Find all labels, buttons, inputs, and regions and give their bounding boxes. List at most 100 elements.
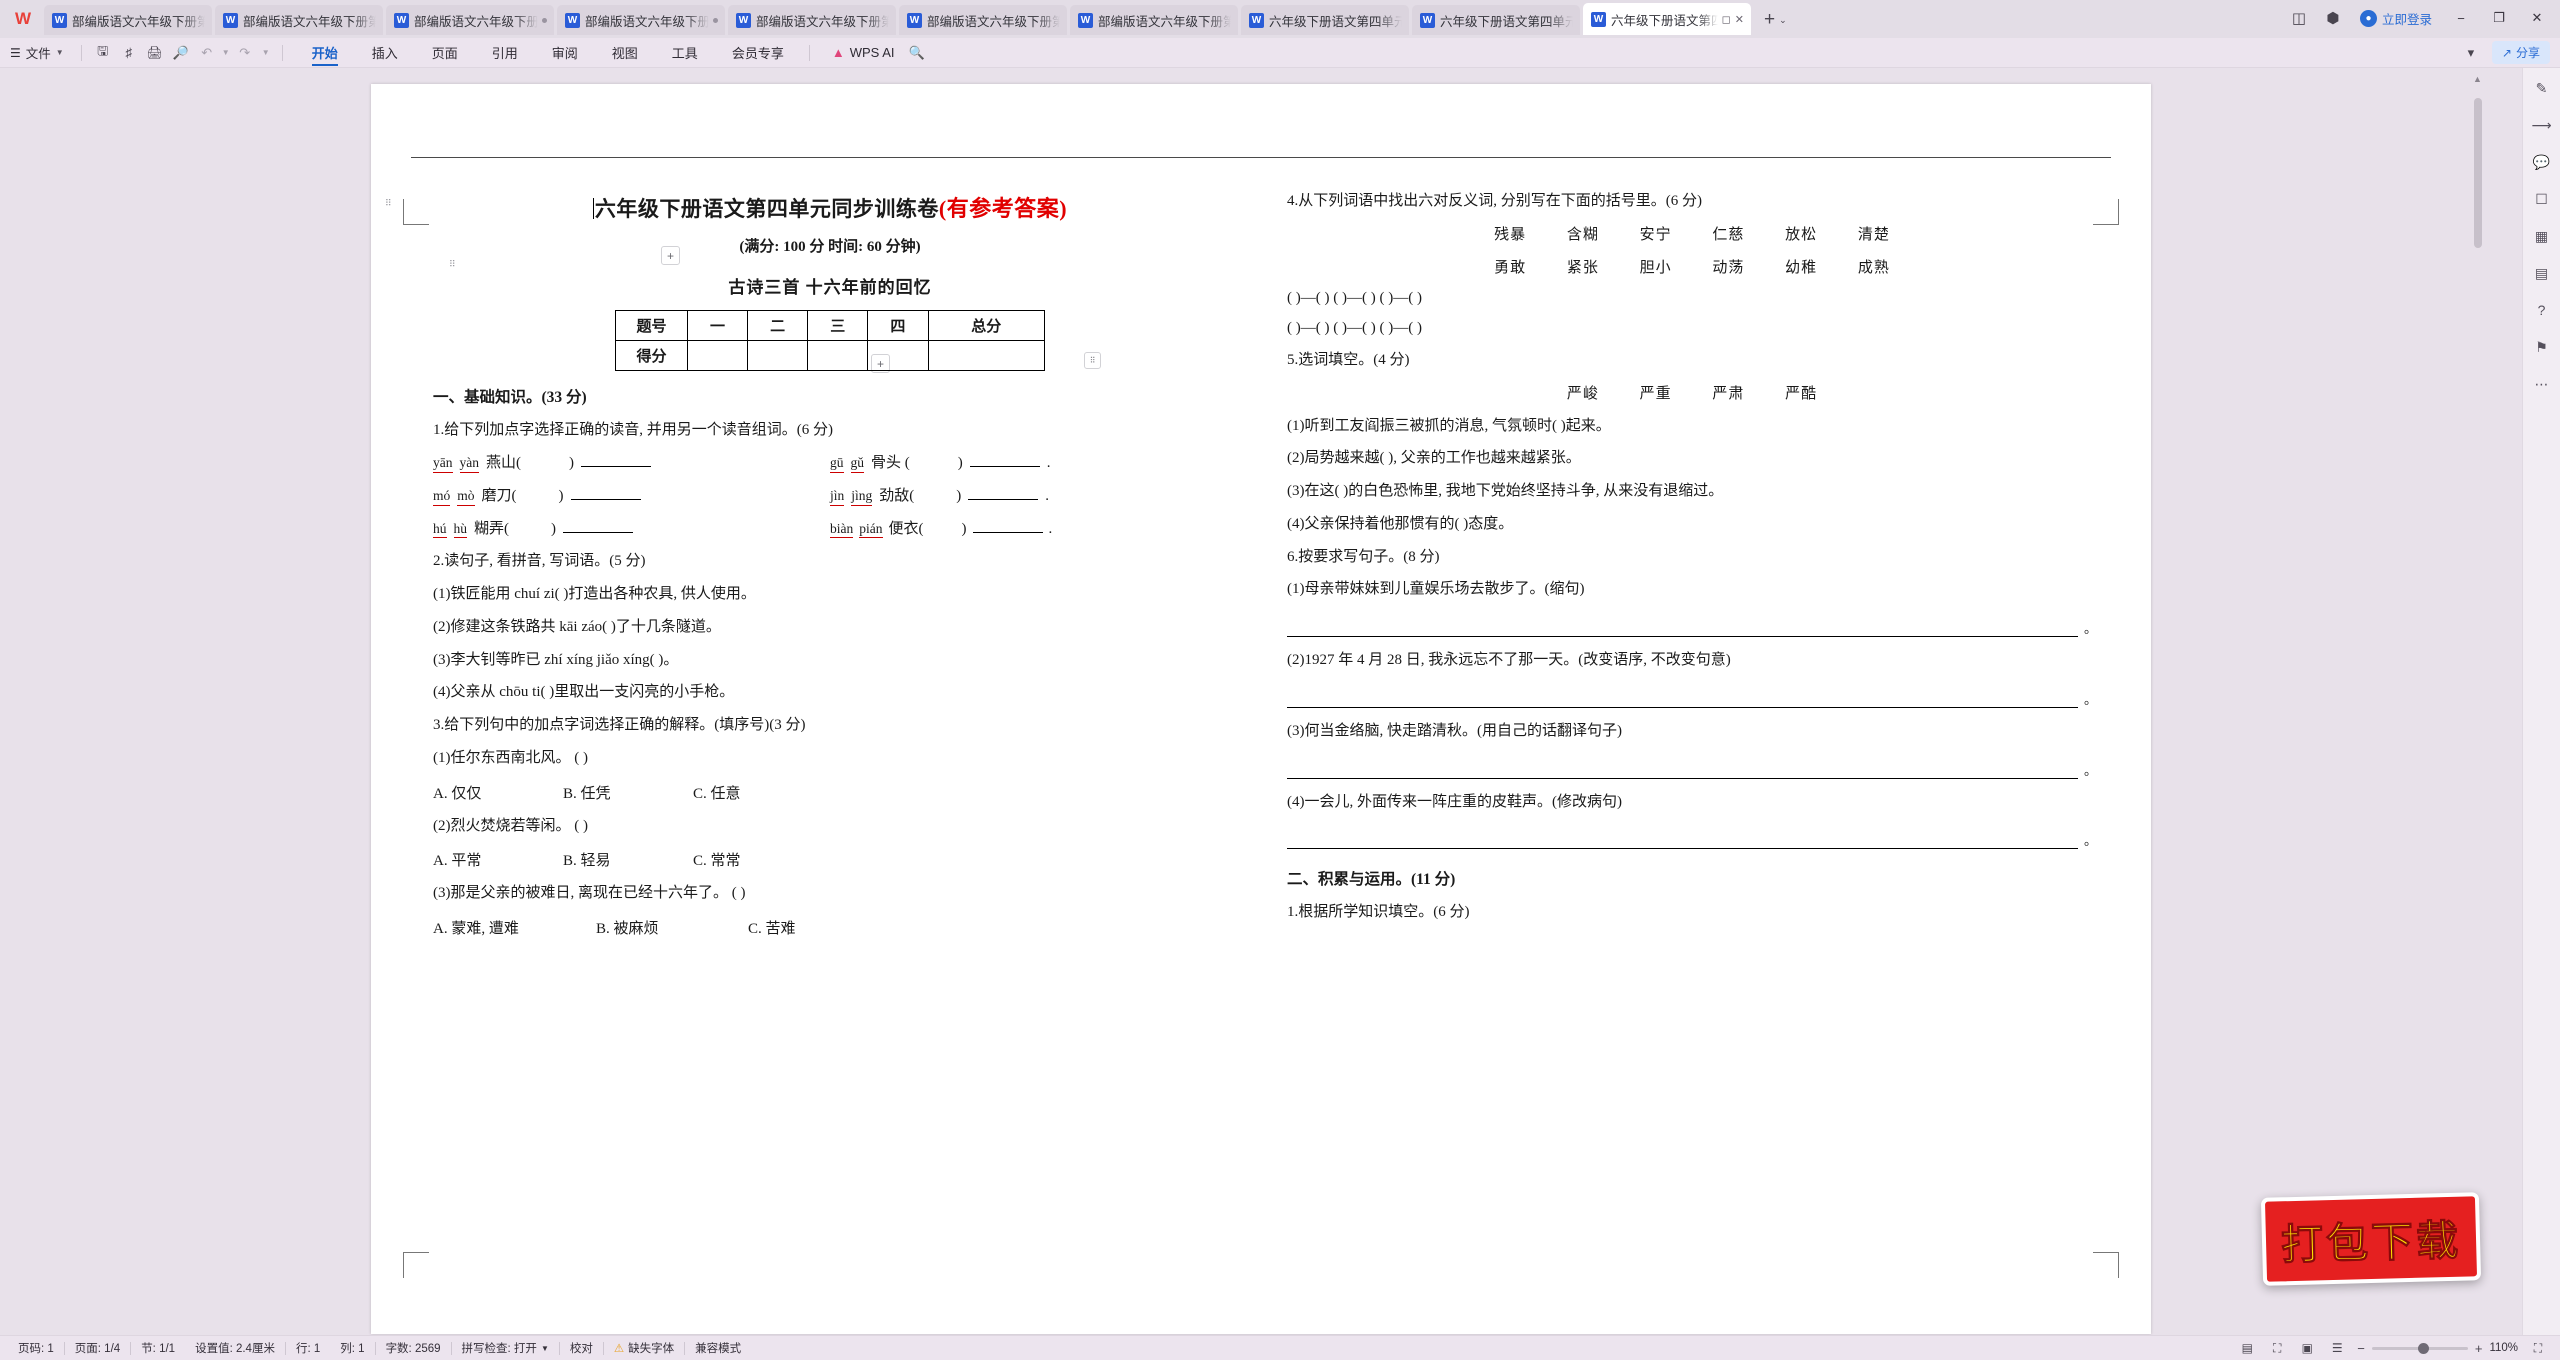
- share-button[interactable]: ↗ 分享: [2491, 41, 2550, 64]
- document-tab-9[interactable]: W 六年级下册语文第四单元同步训: [1412, 5, 1580, 35]
- status-section[interactable]: 节: 1/1: [131, 1340, 185, 1356]
- zoom-knob[interactable]: [2417, 1342, 2429, 1354]
- zoom-level-label[interactable]: 110%: [2489, 1342, 2518, 1354]
- table-cell[interactable]: 二: [747, 310, 809, 341]
- save-as-icon[interactable]: ♯: [116, 41, 142, 65]
- view-fullscreen-icon[interactable]: ⛶: [2267, 1341, 2287, 1356]
- status-missing-font[interactable]: ⚠ 缺失字体: [604, 1340, 684, 1356]
- zoom-out-button[interactable]: −: [2357, 1341, 2365, 1356]
- ribbon-tab-tools[interactable]: 工具: [655, 38, 715, 68]
- table-cell[interactable]: [867, 340, 929, 371]
- table-cell[interactable]: 得分: [615, 340, 688, 371]
- redo-icon[interactable]: ↷: [232, 41, 258, 65]
- document-tab-1[interactable]: W 部编版语文六年级下册第四单元: [44, 5, 212, 35]
- ribbon-tab-member[interactable]: 会员专享: [715, 38, 801, 68]
- status-setting-value[interactable]: 设置值: 2.4厘米: [185, 1340, 285, 1356]
- more-icon[interactable]: ⋯: [2529, 372, 2555, 396]
- document-tab-2[interactable]: W 部编版语文六年级下册第四单元: [215, 5, 383, 35]
- status-page-count[interactable]: 页面: 1/4: [65, 1340, 130, 1356]
- option-c[interactable]: C. 常常: [693, 849, 741, 870]
- ribbon-tab-insert[interactable]: 插入: [355, 38, 415, 68]
- table-cell[interactable]: 四: [867, 310, 929, 341]
- wps-logo-icon[interactable]: W: [0, 0, 44, 38]
- document-tab-7[interactable]: W 部编版语文六年级下册第四单元: [1070, 5, 1238, 35]
- view-print-layout-icon[interactable]: ▤: [2237, 1341, 2257, 1355]
- option-b[interactable]: B. 任凭: [563, 782, 693, 803]
- table-cell[interactable]: [686, 340, 749, 371]
- status-page-number[interactable]: 页码: 1: [8, 1340, 64, 1356]
- writing-line[interactable]: [1287, 617, 2078, 637]
- option-c[interactable]: C. 苦难: [748, 917, 796, 938]
- status-row[interactable]: 行: 1: [286, 1340, 330, 1356]
- answer-blank[interactable]: [969, 465, 1040, 467]
- undo-dropdown-icon[interactable]: ▼: [220, 41, 232, 65]
- scrollbar-thumb[interactable]: [2474, 98, 2482, 248]
- search-icon[interactable]: 🔍: [895, 45, 925, 61]
- answer-blank[interactable]: [968, 498, 1039, 500]
- writing-line[interactable]: [1287, 688, 2078, 708]
- writing-line[interactable]: [1287, 829, 2078, 850]
- question-6-answer-line-4[interactable]: 。: [1287, 811, 2097, 850]
- document-tab-6[interactable]: W 部编版语文六年级下册第四单元: [899, 5, 1067, 35]
- table-cell[interactable]: 题号: [615, 310, 688, 341]
- writing-line[interactable]: [1287, 759, 2078, 779]
- cursor-icon[interactable]: ⟶: [2529, 113, 2555, 137]
- answer-blank[interactable]: [563, 531, 633, 533]
- document-tab-3[interactable]: W 部编版语文六年级下册第四单元: [386, 5, 554, 35]
- help-icon[interactable]: ?: [2529, 298, 2555, 322]
- picture-icon[interactable]: ☐: [2529, 187, 2555, 211]
- option-b[interactable]: B. 轻易: [563, 849, 693, 870]
- login-button[interactable]: ● 立即登录: [2352, 9, 2440, 28]
- answer-blank[interactable]: [972, 531, 1043, 533]
- maximize-button[interactable]: ❐: [2482, 4, 2516, 32]
- comment-icon[interactable]: 💬: [2529, 150, 2555, 174]
- close-tab-icon[interactable]: ✕: [1735, 13, 1744, 26]
- chevron-down-icon[interactable]: ⌄: [1779, 15, 1793, 26]
- ribbon-tab-reference[interactable]: 引用: [475, 38, 535, 68]
- table-cell[interactable]: 三: [807, 310, 869, 341]
- ribbon-tab-view[interactable]: 视图: [595, 38, 655, 68]
- table-cell[interactable]: [807, 340, 869, 371]
- question-6-answer-line-2[interactable]: 。: [1287, 670, 2097, 708]
- table-cell[interactable]: 总分: [927, 310, 1045, 341]
- wps-ai-button[interactable]: ▲ WPS AI: [818, 45, 895, 60]
- view-web-layout-icon[interactable]: ▣: [2297, 1341, 2317, 1355]
- print-icon[interactable]: 🖨: [142, 41, 168, 65]
- file-menu-button[interactable]: ☰ 文件 ▼: [10, 43, 73, 62]
- status-compat-mode[interactable]: 兼容模式: [685, 1340, 751, 1356]
- answer-blank[interactable]: [581, 465, 651, 467]
- option-b[interactable]: B. 被麻烦: [596, 917, 748, 938]
- zoom-track[interactable]: [2371, 1342, 2468, 1354]
- chart-icon[interactable]: ▤: [2529, 261, 2555, 285]
- zoom-in-button[interactable]: +: [2475, 1341, 2483, 1356]
- document-page-1[interactable]: ⠿ ⠿ + + ⠿ 六年级下册语文第四单元同步训练卷(有参考答案) (满分: 1…: [371, 84, 2151, 1334]
- document-tab-10-active[interactable]: W 六年级下册语文第四单元 ◻ ✕: [1583, 3, 1751, 35]
- table-icon[interactable]: ▦: [2529, 224, 2555, 248]
- ribbon-tab-review[interactable]: 审阅: [535, 38, 595, 68]
- chevron-down-icon[interactable]: ▼: [541, 1344, 549, 1353]
- document-canvas[interactable]: ⠿ ⠿ + + ⠿ 六年级下册语文第四单元同步训练卷(有参考答案) (满分: 1…: [0, 68, 2522, 1335]
- customize-toolbar-icon[interactable]: ▼: [258, 41, 274, 65]
- document-tab-8[interactable]: W 六年级下册语文第四单元达标测: [1241, 5, 1409, 35]
- option-a[interactable]: A. 蒙难, 遭难: [433, 917, 596, 938]
- option-a[interactable]: A. 仅仅: [433, 782, 563, 803]
- print-preview-icon[interactable]: 🔎: [168, 41, 194, 65]
- document-tab-4[interactable]: W 部编版语文六年级下册第四单元: [557, 5, 725, 35]
- zoom-slider[interactable]: − + 110%: [2357, 1341, 2518, 1356]
- option-c[interactable]: C. 任意: [693, 782, 741, 803]
- bookmark-icon[interactable]: ⚑: [2529, 335, 2555, 359]
- scroll-up-icon[interactable]: ▲: [2473, 74, 2482, 84]
- status-spellcheck[interactable]: 拼写检查: 打开 ▼: [452, 1340, 559, 1356]
- close-window-button[interactable]: ✕: [2520, 4, 2554, 32]
- question-6-answer-line-3[interactable]: 。: [1287, 741, 2097, 779]
- minimize-button[interactable]: −: [2444, 4, 2478, 32]
- question-4-answer-row-2[interactable]: ( )—( ) ( )—( ) ( )—( ): [1287, 307, 2097, 337]
- question-4-answer-row-1[interactable]: ( )—( ) ( )—( ) ( )—( ): [1287, 277, 2097, 307]
- fit-page-icon[interactable]: ⛶: [2528, 1341, 2548, 1356]
- ribbon-tab-home[interactable]: 开始: [295, 38, 355, 68]
- ribbon-tab-page[interactable]: 页面: [415, 38, 475, 68]
- download-watermark-button[interactable]: 打包下载: [2260, 1192, 2482, 1286]
- question-6-answer-line-1[interactable]: 。: [1287, 599, 2097, 637]
- app-store-icon[interactable]: ⬢: [2318, 4, 2348, 32]
- document-tab-5[interactable]: W 部编版语文六年级下册第四单元: [728, 5, 896, 35]
